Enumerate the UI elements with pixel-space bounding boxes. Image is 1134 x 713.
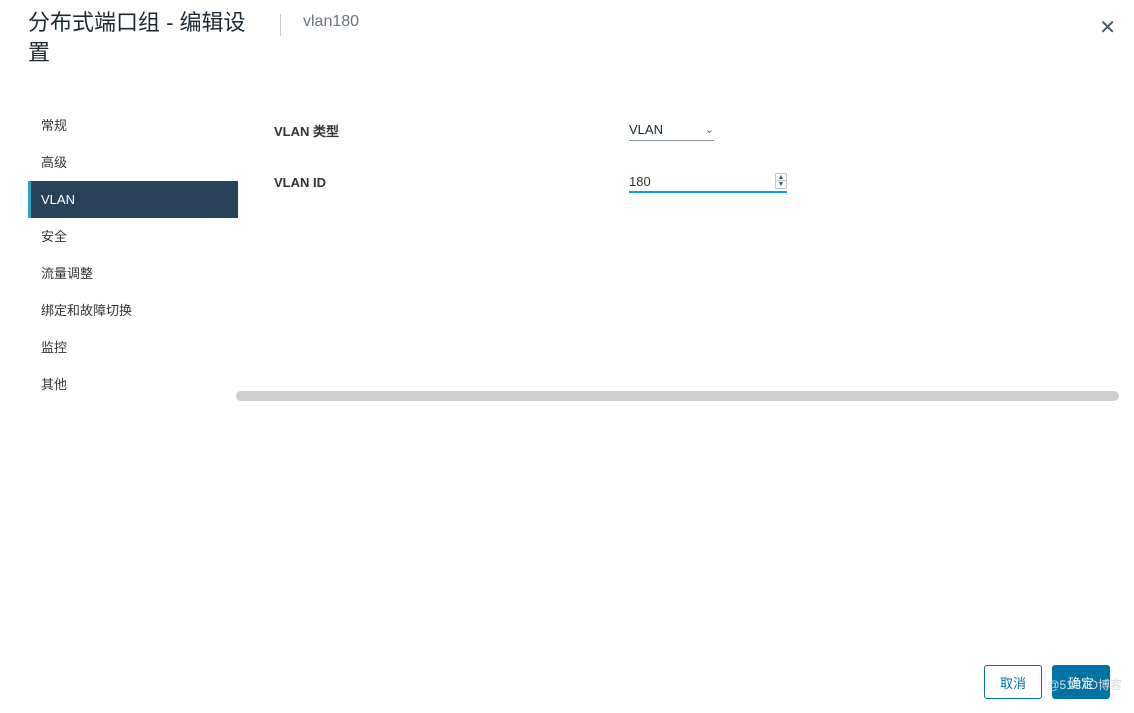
main-panel: VLAN 类型 VLAN ⌄ VLAN ID ▲ ▼ xyxy=(238,81,1106,401)
dialog-footer: 取消 确定 xyxy=(0,651,1134,713)
vlan-type-label: VLAN 类型 xyxy=(274,121,629,140)
step-up-icon[interactable]: ▲ xyxy=(776,174,786,181)
sidebar-item-vlan[interactable]: VLAN xyxy=(28,181,238,218)
sidebar-item-teaming[interactable]: 绑定和故障切换 xyxy=(28,292,238,329)
chevron-down-icon: ⌄ xyxy=(705,123,714,136)
dialog-subtitle: vlan180 xyxy=(303,8,359,31)
vlan-type-value: VLAN xyxy=(629,122,663,137)
horizontal-scrollbar[interactable] xyxy=(236,391,1119,401)
vlan-id-stepper[interactable]: ▲ ▼ xyxy=(775,173,787,189)
sidebar-item-security[interactable]: 安全 xyxy=(28,218,238,255)
sidebar: 常规 高级 VLAN 安全 流量调整 绑定和故障切换 监控 其他 xyxy=(28,81,238,401)
header-divider xyxy=(280,14,281,36)
sidebar-item-advanced[interactable]: 高级 xyxy=(28,144,238,181)
sidebar-item-traffic[interactable]: 流量调整 xyxy=(28,255,238,292)
sidebar-item-monitoring[interactable]: 监控 xyxy=(28,329,238,366)
cancel-button[interactable]: 取消 xyxy=(984,665,1042,699)
vlan-type-select[interactable]: VLAN ⌄ xyxy=(629,119,714,141)
sidebar-item-misc[interactable]: 其他 xyxy=(28,366,238,403)
dialog-title: 分布式端口组 - 编辑设置 xyxy=(28,8,258,67)
vlan-id-input[interactable] xyxy=(629,174,749,189)
vlan-id-label: VLAN ID xyxy=(274,175,629,190)
watermark: @51CTO博客 xyxy=(1047,676,1122,693)
sidebar-item-general[interactable]: 常规 xyxy=(28,107,238,144)
close-icon[interactable]: ✕ xyxy=(1099,18,1116,38)
step-down-icon[interactable]: ▼ xyxy=(776,181,786,188)
